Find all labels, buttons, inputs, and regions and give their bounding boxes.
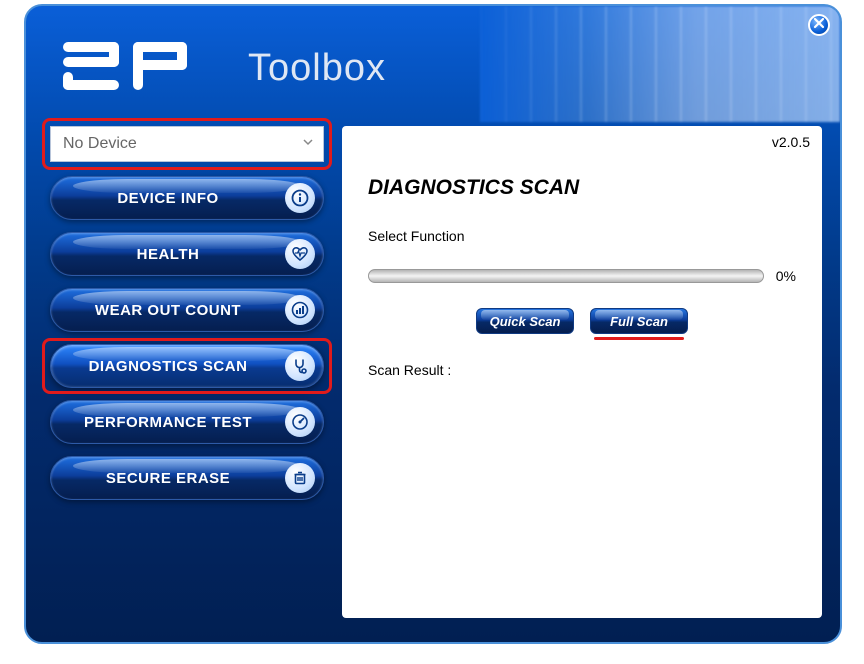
highlight-full-scan xyxy=(594,337,684,340)
app-title: Toolbox xyxy=(248,47,386,90)
sidebar-item-label: DIAGNOSTICS SCAN xyxy=(51,358,285,375)
logo-area: Toolbox xyxy=(58,34,386,103)
device-selector[interactable]: No Device xyxy=(50,126,324,162)
device-selector-value: No Device xyxy=(63,135,137,153)
header-background xyxy=(480,6,840,122)
sidebar-item-secure-erase[interactable]: SECURE ERASE xyxy=(50,456,324,500)
sidebar-item-label: WEAR OUT COUNT xyxy=(51,302,285,319)
main-panel: v2.0.5 DIAGNOSTICS SCAN Select Function … xyxy=(342,126,822,618)
trash-icon xyxy=(285,463,315,493)
sidebar-item-performance[interactable]: PERFORMANCE TEST xyxy=(50,400,324,444)
sidebar-item-device-info[interactable]: DEVICE INFO xyxy=(50,176,324,220)
panel-title: DIAGNOSTICS SCAN xyxy=(368,176,796,200)
chevron-down-icon xyxy=(301,135,315,154)
progress-bar xyxy=(368,269,764,283)
stethoscope-icon xyxy=(285,351,315,381)
body-area: No Device DEVICE INFO HEALTH xyxy=(26,122,840,642)
progress-percent: 0% xyxy=(776,268,796,284)
quick-scan-label: Quick Scan xyxy=(490,314,561,329)
app-window: Toolbox No Device DEVICE INFO xyxy=(24,4,842,644)
sidebar-item-wear-out[interactable]: WEAR OUT COUNT xyxy=(50,288,324,332)
sp-logo xyxy=(58,34,218,103)
scan-result-label: Scan Result : xyxy=(368,362,796,378)
header: Toolbox xyxy=(26,6,840,122)
sidebar-item-label: DEVICE INFO xyxy=(51,190,285,207)
sidebar-item-label: HEALTH xyxy=(51,246,285,263)
full-scan-button[interactable]: Full Scan xyxy=(590,308,688,334)
close-icon xyxy=(813,16,825,34)
full-scan-label: Full Scan xyxy=(610,314,668,329)
close-button[interactable] xyxy=(808,14,830,36)
progress-row: 0% xyxy=(368,268,796,284)
sidebar-item-label: SECURE ERASE xyxy=(51,470,285,487)
device-selector-wrap: No Device xyxy=(50,126,324,162)
sidebar-item-health[interactable]: HEALTH xyxy=(50,232,324,276)
heart-icon xyxy=(285,239,315,269)
version-label: v2.0.5 xyxy=(772,134,810,150)
scan-buttons: Quick Scan Full Scan xyxy=(368,308,796,334)
info-icon xyxy=(285,183,315,213)
sidebar-item-label: PERFORMANCE TEST xyxy=(51,414,285,431)
chart-icon xyxy=(285,295,315,325)
panel-subtitle: Select Function xyxy=(368,228,796,244)
quick-scan-button[interactable]: Quick Scan xyxy=(476,308,574,334)
sidebar-item-diagnostics[interactable]: DIAGNOSTICS SCAN xyxy=(50,344,324,388)
gauge-icon xyxy=(285,407,315,437)
sidebar: No Device DEVICE INFO HEALTH xyxy=(42,126,332,512)
